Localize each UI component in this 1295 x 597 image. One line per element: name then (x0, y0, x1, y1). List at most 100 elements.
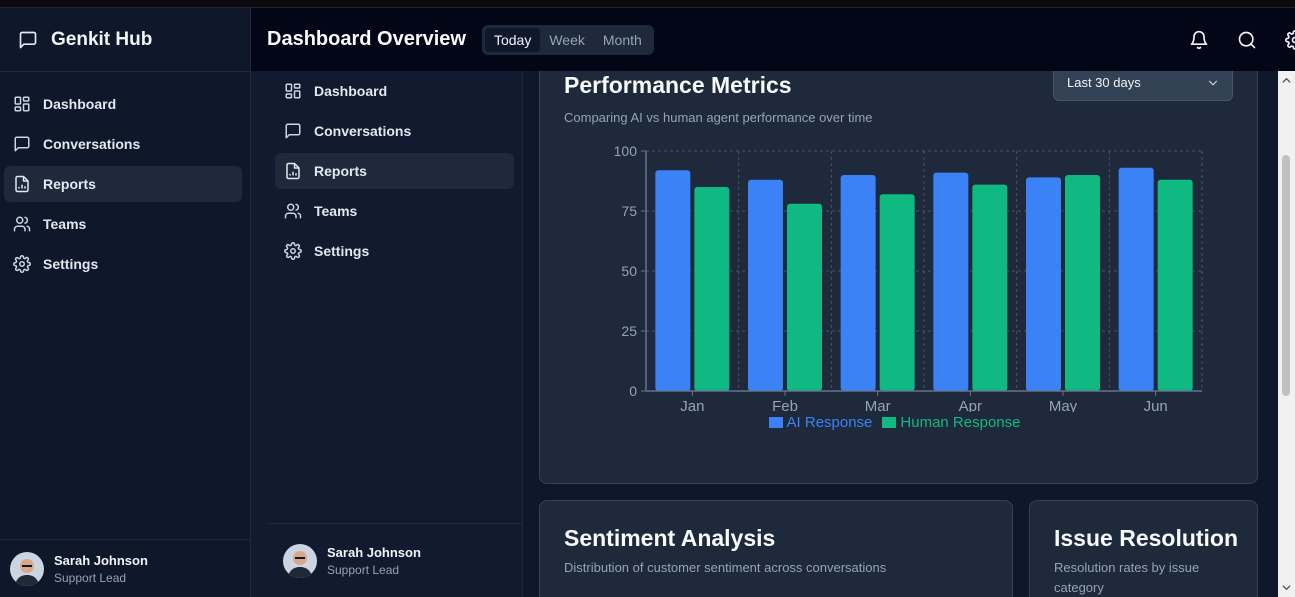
app-name: Genkit Hub (51, 28, 153, 50)
user-name: Sarah Johnson (327, 544, 421, 560)
scrollbar-thumb[interactable] (1282, 155, 1290, 396)
sidebar-item-label: Settings (43, 256, 99, 272)
legend-item-ai[interactable]: AI Response (768, 414, 873, 431)
secondary-nav: Dashboard Conversations Reports Teams Se… (251, 71, 522, 269)
y-tick-label: 50 (621, 263, 637, 279)
users-icon (12, 214, 32, 234)
scrollbar[interactable] (1278, 71, 1295, 597)
user-profile[interactable]: Sarah Johnson Support Lead (268, 523, 522, 597)
period-select[interactable]: Last 30 days (1053, 71, 1233, 101)
bar-ai-may (1026, 177, 1061, 391)
user-role: Support Lead (327, 562, 400, 577)
x-tick-label: May (1049, 398, 1078, 412)
primary-sidebar: Genkit Hub Dashboard Conversations Repor… (0, 8, 251, 597)
sidebar-item-label: Conversations (43, 136, 141, 152)
performance-title: Performance Metrics (564, 72, 792, 98)
search-icon[interactable] (1237, 30, 1257, 50)
y-tick-label: 100 (614, 143, 638, 159)
bar-human-mar (879, 194, 915, 391)
sidebar-item-teams[interactable]: Teams (275, 193, 514, 229)
user-role: Support Lead (54, 570, 127, 585)
sidebar-item-settings[interactable]: Settings (275, 233, 514, 269)
legend-label: AI Response (786, 414, 873, 431)
bar-ai-jan (655, 170, 691, 391)
sidebar-item-label: Reports (314, 163, 367, 179)
issue-title: Issue Resolution (1054, 525, 1239, 551)
sentiment-subtitle: Distribution of customer sentiment acros… (564, 560, 887, 575)
user-name: Sarah Johnson (54, 552, 148, 568)
sidebar-item-label: Dashboard (43, 96, 117, 112)
scroll-down-icon[interactable] (1282, 583, 1291, 592)
sidebar-item-label: Conversations (314, 123, 412, 139)
x-tick-label: Feb (772, 398, 798, 412)
gear-icon[interactable] (1285, 29, 1295, 50)
x-tick-label: Jan (680, 398, 704, 412)
window-top-strip (0, 0, 1295, 8)
message-icon (12, 134, 32, 154)
sidebar-item-conversations[interactable]: Conversations (275, 113, 514, 149)
sidebar-item-teams[interactable]: Teams (4, 206, 242, 242)
chart-legend: AI Response Human Response (540, 414, 1259, 431)
sidebar-item-reports[interactable]: Reports (4, 166, 242, 202)
sentiment-title: Sentiment Analysis (564, 525, 776, 551)
range-month[interactable]: Month (594, 28, 651, 52)
sidebar-item-conversations[interactable]: Conversations (4, 126, 242, 162)
users-icon (283, 201, 303, 221)
avatar (283, 543, 317, 578)
sidebar-item-dashboard[interactable]: Dashboard (4, 86, 242, 122)
bar-human-feb (787, 203, 822, 391)
sidebar-item-settings[interactable]: Settings (4, 246, 242, 282)
report-file-icon (283, 161, 303, 181)
dashboard-grid-icon (283, 81, 303, 101)
message-icon (283, 121, 303, 141)
legend-label: Human Response (900, 414, 1021, 431)
secondary-sidebar: Dashboard Conversations Reports Teams Se… (251, 71, 523, 597)
bar-ai-feb (748, 179, 783, 391)
issue-subtitle: Resolution rates by issue category (1054, 560, 1200, 595)
user-profile[interactable]: Sarah Johnson Support Lead (0, 539, 250, 597)
bar-human-jan (694, 187, 730, 391)
bar-ai-mar (840, 175, 876, 391)
sidebar-item-label: Teams (314, 203, 358, 219)
range-week[interactable]: Week (540, 28, 594, 52)
y-tick-label: 0 (629, 383, 637, 399)
chevron-down-icon (1208, 80, 1218, 86)
performance-bar-chart: 0 25 50 75 100 Jan Feb Mar Apr May Jun (614, 143, 1203, 412)
brand[interactable]: Genkit Hub (0, 8, 250, 72)
sidebar-item-dashboard[interactable]: Dashboard (275, 73, 514, 109)
bar-ai-apr (933, 172, 969, 391)
main-content: Performance Metrics Comparing AI vs huma… (523, 71, 1278, 597)
sidebar-item-label: Dashboard (314, 83, 388, 99)
bar-human-jun (1157, 179, 1193, 391)
x-tick-label: Mar (865, 398, 891, 412)
sidebar-item-reports[interactable]: Reports (275, 153, 514, 189)
sidebar-item-label: Settings (314, 243, 370, 259)
period-select-value: Last 30 days (1067, 75, 1141, 90)
issue-card: Issue Resolution Resolution rates by iss… (1029, 500, 1258, 597)
top-header: Dashboard Overview Today Week Month (251, 8, 1295, 71)
range-today[interactable]: Today (484, 27, 541, 52)
bar-human-may (1065, 175, 1100, 391)
range-selector: Today Week Month (481, 24, 654, 55)
page-title: Dashboard Overview (267, 28, 466, 50)
avatar (10, 551, 44, 586)
x-tick-label: Jun (1144, 398, 1168, 412)
chat-logo-icon (19, 31, 37, 48)
performance-subtitle: Comparing AI vs human agent performance … (564, 110, 873, 125)
y-tick-label: 75 (621, 203, 637, 219)
header-actions (1161, 8, 1295, 71)
sidebar-item-label: Reports (43, 176, 96, 192)
primary-nav: Dashboard Conversations Reports Teams Se… (0, 72, 250, 282)
bell-icon[interactable] (1189, 30, 1209, 50)
sentiment-card: Sentiment Analysis Distribution of custo… (539, 500, 1013, 597)
gear-icon (283, 241, 303, 261)
scroll-up-icon[interactable] (1282, 76, 1291, 85)
bar-human-apr (972, 184, 1008, 391)
performance-card: Performance Metrics Comparing AI vs huma… (539, 71, 1258, 484)
report-file-icon (12, 174, 32, 194)
sidebar-item-label: Teams (43, 216, 87, 232)
bar-ai-jun (1118, 167, 1154, 391)
legend-swatch (882, 417, 897, 428)
legend-item-human[interactable]: Human Response (882, 414, 1020, 431)
dashboard-grid-icon (12, 94, 32, 114)
